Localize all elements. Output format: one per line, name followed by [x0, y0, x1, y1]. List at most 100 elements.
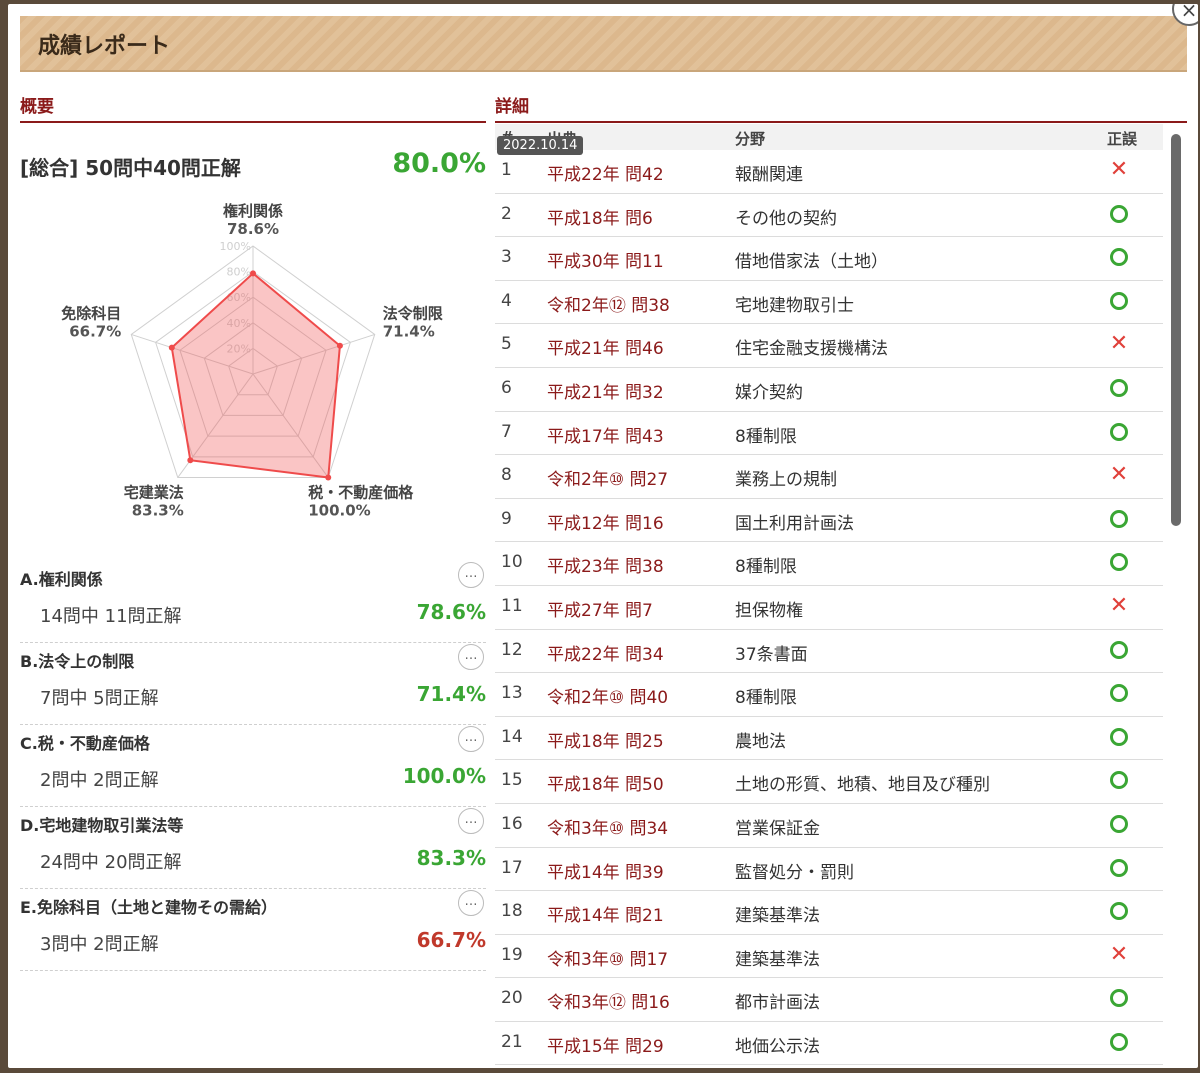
- correct-icon: [1110, 640, 1128, 659]
- row-source[interactable]: 令和3年⑫ 問16: [547, 988, 670, 1013]
- row-field: 土地の形質、地積、地目及び種別: [735, 775, 990, 796]
- correct-icon: [1110, 248, 1128, 267]
- row-field: 地価公示法: [735, 1036, 820, 1057]
- correct-icon: [1110, 727, 1128, 746]
- row-source[interactable]: 平成14年 問21: [547, 901, 664, 926]
- table-row[interactable]: 5 平成21年 問46 住宅金融支援機構法 ✕: [495, 324, 1163, 368]
- col-field: 分野: [735, 130, 766, 148]
- table-row[interactable]: 12 平成22年 問34 37条書面: [495, 630, 1163, 674]
- date-tooltip: 2022.10.14: [497, 136, 584, 155]
- row-source[interactable]: 令和2年⑩ 問40: [547, 683, 668, 708]
- row-source[interactable]: 平成12年 問16: [547, 509, 664, 534]
- correct-icon: [1110, 684, 1128, 703]
- row-source[interactable]: 平成27年 問7: [547, 596, 653, 621]
- row-source[interactable]: 平成22年 問34: [547, 640, 664, 665]
- more-button[interactable]: …: [458, 644, 484, 670]
- table-row[interactable]: 15 平成18年 問50 土地の形質、地積、地目及び種別: [495, 760, 1163, 804]
- row-source[interactable]: 平成17年 問43: [547, 422, 664, 447]
- incorrect-icon: ✕: [1109, 157, 1129, 182]
- row-source[interactable]: 平成21年 問46: [547, 334, 664, 359]
- row-source[interactable]: 平成18年 問6: [547, 204, 653, 229]
- radar-data-point: [325, 474, 332, 481]
- row-source[interactable]: 平成14年 問39: [547, 858, 664, 883]
- row-source[interactable]: 平成22年 問42: [547, 160, 664, 185]
- radar-data-point: [250, 270, 256, 277]
- row-field: 営業保証金: [735, 818, 820, 839]
- row-field: 媒介契約: [735, 382, 803, 403]
- table-row[interactable]: 16 令和3年⑩ 問34 営業保証金: [495, 804, 1163, 848]
- detail-rows: 1 平成22年 問42 報酬関連 ✕ 2 平成18年 問6 その他の契約 3 平成30年 問11…: [495, 150, 1163, 1066]
- category-percentage: 71.4%: [416, 682, 486, 706]
- row-number: 12: [501, 639, 523, 660]
- table-row[interactable]: 18 平成14年 問21 建築基準法: [495, 891, 1163, 935]
- row-source[interactable]: 令和3年⑩ 問34: [547, 814, 668, 839]
- row-result: [1107, 682, 1131, 706]
- table-row[interactable]: 17 平成14年 問39 監督処分・罰則: [495, 848, 1163, 892]
- category-item: B.法令上の制限 … 7問中 5問正解 71.4%: [20, 642, 486, 725]
- radar-axis-label: 免除科目: [61, 304, 121, 322]
- row-source[interactable]: 令和2年⑩ 問27: [547, 465, 668, 490]
- row-source[interactable]: 平成15年 問29: [547, 1032, 664, 1057]
- table-row[interactable]: 14 平成18年 問25 農地法: [495, 717, 1163, 761]
- row-source[interactable]: 平成18年 問50: [547, 770, 664, 795]
- row-source[interactable]: 令和2年⑫ 問38: [547, 291, 670, 316]
- modal-header: 成績レポート: [20, 16, 1187, 72]
- row-result: ✕: [1107, 464, 1131, 488]
- row-result: [1107, 726, 1131, 750]
- correct-icon: [1110, 771, 1128, 790]
- table-row[interactable]: 2 平成18年 問6 その他の契約: [495, 194, 1163, 238]
- row-number: 2: [501, 203, 512, 224]
- row-result: [1107, 290, 1131, 314]
- row-result: [1107, 377, 1131, 401]
- row-number: 17: [501, 857, 523, 878]
- table-row[interactable]: 1 平成22年 問42 報酬関連 ✕: [495, 150, 1163, 194]
- row-field: 8種制限: [735, 426, 797, 447]
- more-button[interactable]: …: [458, 562, 484, 588]
- table-row[interactable]: 10 平成23年 問38 8種制限: [495, 542, 1163, 586]
- radar-chart: 20%40%60%80%100%権利関係78.6%法令制限71.4%税・不動産価…: [61, 202, 443, 520]
- row-number: 3: [501, 247, 512, 268]
- row-number: 19: [501, 944, 523, 965]
- incorrect-icon: ✕: [1109, 331, 1129, 357]
- row-source[interactable]: 平成21年 問32: [547, 378, 664, 403]
- category-name: D.宅地建物取引業法等: [20, 816, 184, 835]
- table-row[interactable]: 6 平成21年 問32 媒介契約: [495, 368, 1163, 412]
- row-source[interactable]: 令和3年⑩ 問17: [547, 945, 668, 970]
- category-count: 14問中 11問正解: [40, 606, 182, 627]
- row-result: [1107, 639, 1131, 663]
- row-number: 4: [501, 290, 512, 311]
- row-field: 監督処分・罰則: [735, 862, 854, 883]
- correct-icon: [1110, 291, 1128, 310]
- category-count: 3問中 2問正解: [40, 934, 159, 955]
- row-source[interactable]: 平成30年 問11: [547, 247, 664, 272]
- table-row[interactable]: 4 令和2年⑫ 問38 宅地建物取引士: [495, 281, 1163, 325]
- detail-heading: 詳細: [495, 92, 1187, 123]
- scrollbar[interactable]: [1171, 134, 1181, 526]
- table-row[interactable]: 8 令和2年⑩ 問27 業務上の規制 ✕: [495, 455, 1163, 499]
- row-result: ✕: [1107, 594, 1131, 619]
- table-row[interactable]: 7 平成17年 問43 8種制限: [495, 412, 1163, 456]
- row-source[interactable]: 平成18年 問25: [547, 727, 664, 752]
- more-button[interactable]: …: [458, 890, 484, 916]
- more-button[interactable]: …: [458, 808, 484, 834]
- radar-axis-label: 権利関係: [223, 202, 283, 220]
- incorrect-icon: ✕: [1109, 941, 1129, 967]
- table-row[interactable]: 20 令和3年⑫ 問16 都市計画法: [495, 978, 1163, 1022]
- incorrect-icon: ✕: [1109, 462, 1129, 488]
- table-row[interactable]: 3 平成30年 問11 借地借家法（土地）: [495, 237, 1163, 281]
- table-row[interactable]: 21 平成15年 問29 地価公示法: [495, 1022, 1163, 1066]
- table-row[interactable]: 11 平成27年 問7 担保物権 ✕: [495, 586, 1163, 630]
- table-row[interactable]: 13 令和2年⑩ 問40 8種制限: [495, 673, 1163, 717]
- row-field: 業務上の規制: [735, 470, 837, 491]
- more-button[interactable]: …: [458, 726, 484, 752]
- category-percentage: 100.0%: [402, 764, 486, 788]
- correct-icon: [1110, 509, 1128, 528]
- row-source[interactable]: 平成23年 問38: [547, 552, 664, 577]
- table-row[interactable]: 9 平成12年 問16 国土利用計画法: [495, 499, 1163, 543]
- radar-axis-value: 78.6%: [227, 220, 279, 238]
- category-percentage: 78.6%: [416, 600, 486, 624]
- table-row[interactable]: 19 令和3年⑩ 問17 建築基準法 ✕: [495, 935, 1163, 979]
- radar-data-area: [170, 272, 341, 479]
- category-item: D.宅地建物取引業法等 … 24問中 20問正解 83.3%: [20, 806, 486, 889]
- row-result: ✕: [1107, 159, 1131, 183]
